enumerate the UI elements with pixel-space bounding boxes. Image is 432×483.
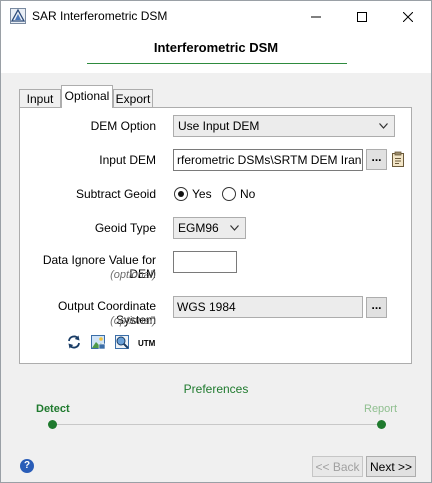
- tab-export[interactable]: Export: [113, 89, 153, 108]
- tab-optional[interactable]: Optional: [61, 85, 113, 108]
- geoid-type-value: EGM96: [178, 221, 219, 235]
- chevron-down-icon: [379, 123, 388, 129]
- close-button[interactable]: [385, 1, 431, 32]
- step-report-label: Report: [364, 403, 398, 415]
- input-dem-label: Input DEM: [99, 153, 156, 167]
- help-icon[interactable]: ?: [20, 459, 34, 473]
- input-dem-field[interactable]: rferometric DSMs\SRTM DEM Iran.dat: [173, 149, 363, 171]
- dem-option-label: DEM Option: [90, 119, 156, 133]
- geoid-type-label: Geoid Type: [94, 221, 156, 235]
- title-bar: SAR Interferometric DSM: [1, 1, 431, 32]
- maximize-button[interactable]: [339, 1, 385, 32]
- preferences-label[interactable]: Preferences: [1, 382, 431, 396]
- tab-input[interactable]: Input: [19, 89, 61, 108]
- step-detect-dot: [48, 420, 57, 429]
- wizard-header: Interferometric DSM: [1, 32, 431, 73]
- output-cs-browse-button[interactable]: ...: [366, 297, 387, 318]
- utm-button[interactable]: UTM: [138, 339, 155, 348]
- progress-track: [52, 424, 381, 425]
- globe-search-icon[interactable]: [114, 334, 130, 350]
- wizard-title: Interferometric DSM: [153, 40, 279, 55]
- app-icon: [10, 8, 26, 24]
- minimize-button[interactable]: [293, 1, 339, 32]
- subtract-geoid-no-radio[interactable]: [222, 187, 236, 201]
- subtract-geoid-no-label: No: [240, 187, 256, 201]
- input-dem-browse-button[interactable]: ...: [366, 149, 387, 170]
- refresh-icon[interactable]: [66, 334, 82, 350]
- output-cs-field[interactable]: WGS 1984: [173, 296, 363, 318]
- geoid-type-select[interactable]: EGM96: [173, 217, 246, 239]
- dem-option-select[interactable]: Use Input DEM: [173, 115, 395, 137]
- chevron-down-icon: [230, 225, 239, 231]
- subtract-geoid-label: Subtract Geoid: [75, 187, 156, 201]
- step-report-dot: [377, 420, 386, 429]
- dem-option-value: Use Input DEM: [178, 119, 260, 133]
- minimize-icon: [311, 16, 321, 17]
- ignore-value-optional-label: (optional): [110, 269, 156, 281]
- subtract-geoid-yes-radio[interactable]: [174, 187, 188, 201]
- subtract-geoid-yes-label: Yes: [192, 187, 212, 201]
- header-underline: [87, 63, 347, 64]
- optional-panel: DEM Option Use Input DEM Input DEM rfero…: [19, 107, 412, 364]
- dialog-window: SAR Interferometric DSM Interferometric …: [0, 0, 432, 483]
- output-cs-optional-label: (optional): [110, 315, 156, 327]
- ignore-value-field[interactable]: [173, 251, 237, 273]
- window-title: SAR Interferometric DSM: [32, 9, 168, 23]
- step-detect-label: Detect: [36, 403, 70, 415]
- next-button[interactable]: Next >>: [366, 456, 416, 477]
- clipboard-icon[interactable]: [390, 151, 406, 167]
- map-image-icon[interactable]: [90, 334, 106, 350]
- close-icon: [403, 11, 413, 22]
- back-button[interactable]: << Back: [312, 456, 363, 477]
- maximize-icon: [357, 11, 367, 22]
